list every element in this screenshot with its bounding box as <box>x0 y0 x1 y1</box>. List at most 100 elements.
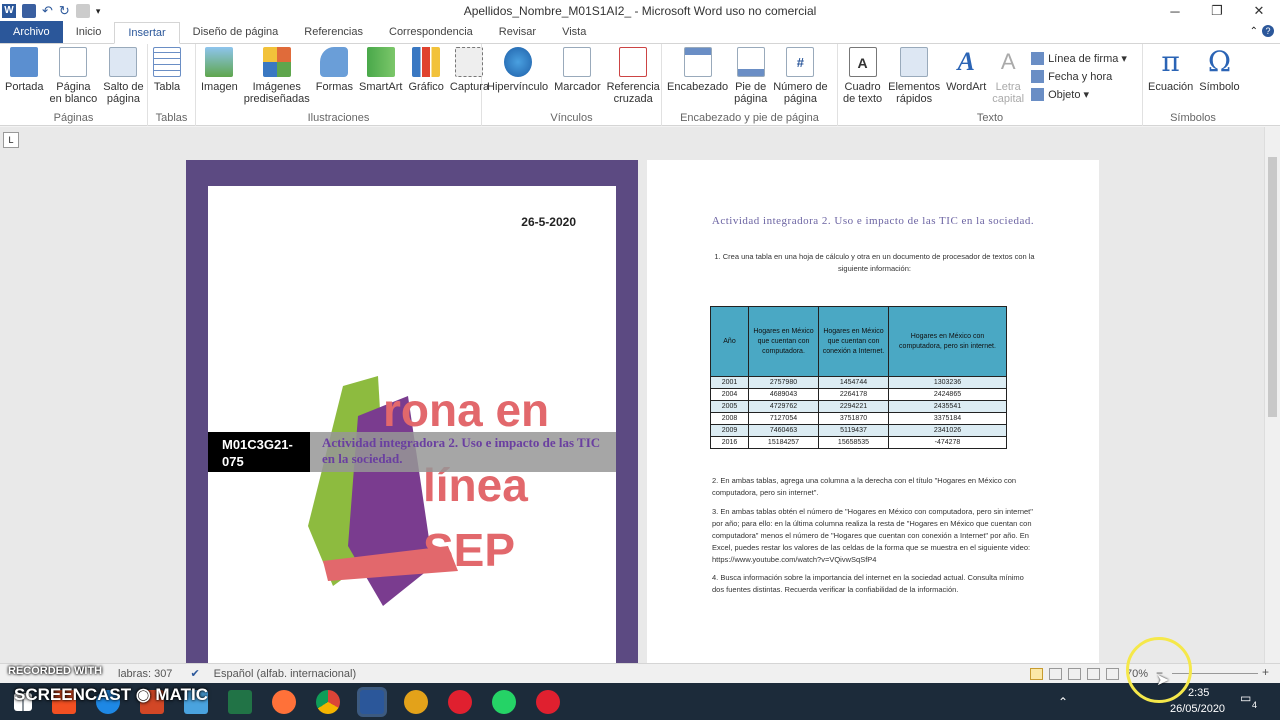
outline-icon[interactable] <box>1087 667 1100 680</box>
tab-vista[interactable]: Vista <box>549 22 599 43</box>
table-cell[interactable]: 2264178 <box>818 388 889 401</box>
save-icon[interactable] <box>22 4 36 18</box>
table-cell[interactable]: 1303236 <box>888 376 1007 389</box>
table-cell[interactable]: 4729762 <box>748 400 819 413</box>
scrollbar-thumb[interactable] <box>1268 157 1277 417</box>
ruler-toggle-button[interactable]: L <box>3 132 19 148</box>
group-label-ilustraciones: Ilustraciones <box>307 112 370 124</box>
tab-inicio[interactable]: Inicio <box>63 22 115 43</box>
print-preview-icon[interactable] <box>75 4 90 18</box>
table-cell[interactable]: 2008 <box>710 412 749 425</box>
table-cell[interactable]: 2004 <box>710 388 749 401</box>
cuadro-de-texto-label: Cuadro de texto <box>843 81 883 105</box>
app-icon-2[interactable] <box>404 689 428 714</box>
firefox-icon[interactable] <box>272 689 296 714</box>
table-cell[interactable]: 1454744 <box>818 376 889 389</box>
elementos-rapidos-label: Elementos rápidos <box>888 81 941 105</box>
objeto-label: Objeto ▾ <box>1048 89 1090 101</box>
item-1-text: 1. Crea una tabla en una hoja de cálculo… <box>714 252 1035 273</box>
proofing-icon[interactable]: ✔ <box>190 667 199 680</box>
tab-insertar[interactable]: Insertar <box>114 22 180 44</box>
table-row: 2001 2757980 1454744 1303236 <box>710 376 1007 389</box>
table-cell[interactable]: 2341026 <box>888 424 1007 437</box>
screenshot-icon <box>455 47 484 77</box>
opera-icon[interactable] <box>448 689 472 714</box>
marcador-label: Marcador <box>554 81 601 93</box>
tab-correspondencia[interactable]: Correspondencia <box>376 22 486 43</box>
table-cell[interactable]: 2001 <box>710 376 749 389</box>
notifications-icon[interactable]: ▭ <box>1240 691 1251 705</box>
screencast-icon[interactable] <box>536 689 560 714</box>
group-label-encabezado-pie: Encabezado y pie de página <box>680 112 819 124</box>
view-buttons <box>1030 667 1119 680</box>
language-status[interactable]: Español (alfab. internacional) <box>214 668 356 680</box>
table-cell[interactable]: 2005 <box>710 400 749 413</box>
print-layout-icon[interactable] <box>1030 667 1043 680</box>
web-layout-icon[interactable] <box>1068 667 1081 680</box>
full-screen-reading-icon[interactable] <box>1049 667 1062 680</box>
objeto-button[interactable]: Objeto ▾ <box>1031 88 1127 101</box>
numero-de-pagina-label: Número de página <box>773 81 828 105</box>
group-paginas: Portada Página en blanco Salto de página… <box>0 44 148 126</box>
clock-date[interactable]: 26/05/2020 <box>1170 703 1225 715</box>
watermark-recorded-with: RECORDED WITH <box>8 665 103 677</box>
cover-page-body[interactable]: 26-5-2020 rona en línea SEP M01C3G21-075… <box>208 186 616 663</box>
cross-reference-icon <box>619 47 648 77</box>
hogares-table[interactable]: Año Hogares en México que cuentan con co… <box>710 306 1007 449</box>
table-cell[interactable]: 4689043 <box>748 388 819 401</box>
fecha-y-hora-button[interactable]: Fecha y hora <box>1031 70 1127 83</box>
table-row: 2005 4729762 2294221 2435541 <box>710 400 1007 413</box>
help-icon[interactable]: ? <box>1262 25 1274 37</box>
clock-time[interactable]: 2:35 <box>1188 687 1209 699</box>
status-bar: labras: 307 ✔ Español (alfab. internacio… <box>0 663 1280 683</box>
table-cell[interactable]: 3751870 <box>818 412 889 425</box>
zoom-in-icon[interactable]: + <box>1262 665 1269 679</box>
table-cell[interactable]: 5119437 <box>818 424 889 437</box>
content-page[interactable]: Actividad integradora 2. Uso e impacto d… <box>647 160 1099 663</box>
table-cell[interactable]: -474278 <box>888 436 1007 449</box>
linea-de-firma-button[interactable]: Línea de firma ▾ <box>1031 52 1127 65</box>
tab-referencias[interactable]: Referencias <box>291 22 376 43</box>
item-2-text: 2. En ambas tablas, agrega una columna a… <box>712 476 1017 497</box>
redo-icon[interactable]: ↻ <box>59 3 70 19</box>
ribbon-collapse-icon[interactable]: ⌃ <box>1250 26 1258 37</box>
whatsapp-icon[interactable] <box>492 689 516 714</box>
letra-capital-label: Letra capital <box>992 81 1025 105</box>
customize-qat-icon[interactable]: ▾ <box>96 6 101 17</box>
tab-diseno-de-pagina[interactable]: Diseño de página <box>180 22 292 43</box>
word-logo-icon[interactable]: W <box>2 4 16 18</box>
table-cell[interactable]: 2009 <box>710 424 749 437</box>
ribbon-tabs: Archivo Inicio Insertar Diseño de página… <box>0 21 1280 44</box>
draft-icon[interactable] <box>1106 667 1119 680</box>
tray-chevron-icon[interactable]: ⌃ <box>1058 695 1068 709</box>
table-cell[interactable]: 2424865 <box>888 388 1007 401</box>
minimize-button[interactable]: ─ <box>1154 0 1196 22</box>
restore-button[interactable]: ❐ <box>1196 0 1238 22</box>
table-cell[interactable]: 7127054 <box>748 412 819 425</box>
table-cell[interactable]: 7460463 <box>748 424 819 437</box>
chrome-icon[interactable] <box>316 689 340 714</box>
undo-icon[interactable]: ↶ <box>42 3 53 19</box>
grafico-label: Gráfico <box>408 81 444 93</box>
word-taskbar-icon[interactable] <box>360 689 384 714</box>
cover-title: Actividad integradora 2. Uso e impacto d… <box>310 432 616 472</box>
portada-label: Portada <box>5 81 44 93</box>
close-button[interactable]: ✕ <box>1238 0 1280 22</box>
table-cell[interactable]: 2016 <box>710 436 749 449</box>
document-area[interactable]: L 26-5-2020 rona en línea SEP M01C3G21-0… <box>0 127 1264 663</box>
table-cell[interactable]: 15184257 <box>748 436 819 449</box>
tab-archivo[interactable]: Archivo <box>0 21 63 43</box>
table-cell[interactable]: 3375184 <box>888 412 1007 425</box>
table-row: 2008 7127054 3751870 3375184 <box>710 412 1007 425</box>
excel-icon[interactable] <box>228 689 252 714</box>
quick-access-toolbar: W ↶ ↻ ▾ <box>0 3 100 19</box>
vertical-scrollbar[interactable] <box>1264 127 1280 663</box>
tab-revisar[interactable]: Revisar <box>486 22 549 43</box>
table-cell[interactable]: 2294221 <box>818 400 889 413</box>
word-count[interactable]: labras: 307 <box>118 668 172 680</box>
table-cell[interactable]: 2435541 <box>888 400 1007 413</box>
table-cell[interactable]: 15658535 <box>818 436 889 449</box>
wordart-label: WordArt <box>946 81 987 93</box>
table-cell[interactable]: 2757980 <box>748 376 819 389</box>
table-header-sin-internet: Hogares en México con computadora, pero … <box>888 306 1007 377</box>
